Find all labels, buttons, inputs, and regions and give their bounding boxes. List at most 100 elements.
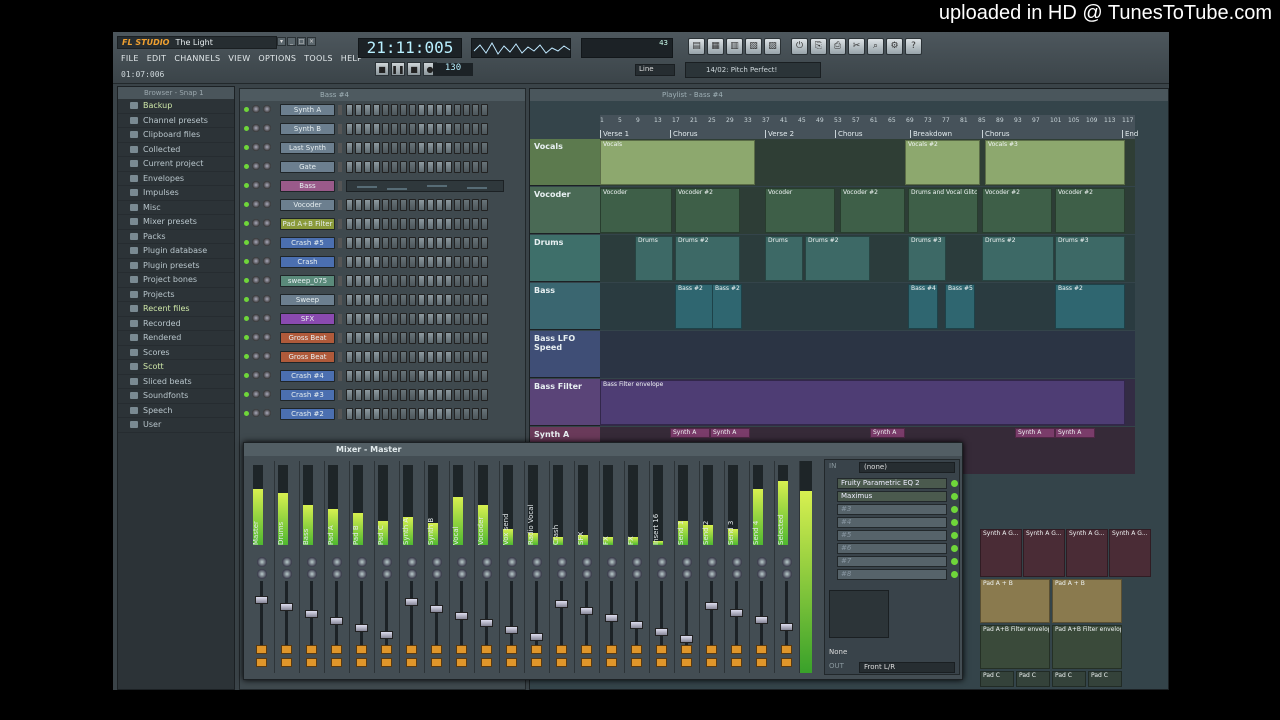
strip-fader[interactable] <box>380 631 393 639</box>
step-pad[interactable] <box>454 218 461 230</box>
playlist-clip[interactable]: Vocoder #2 <box>840 188 905 233</box>
pan-knob[interactable] <box>252 295 260 303</box>
strip-fader[interactable] <box>280 603 293 611</box>
step-pad[interactable] <box>481 142 488 154</box>
step-pad[interactable] <box>346 408 353 420</box>
strip-knob[interactable] <box>557 557 567 567</box>
step-pad[interactable] <box>400 408 407 420</box>
step-pad[interactable] <box>463 123 470 135</box>
strip-knob[interactable] <box>532 569 542 579</box>
strip-knob[interactable] <box>532 557 542 567</box>
step-pad[interactable] <box>355 275 362 287</box>
timeline-ruler[interactable]: Verse 1 Chorus Verse 2 Chorus Breakdown Choru… <box>600 115 1138 139</box>
timeline-marker[interactable]: End <box>1122 130 1138 138</box>
timeline-marker[interactable]: Chorus <box>835 130 863 138</box>
step-pad[interactable] <box>400 218 407 230</box>
browser-icon[interactable]: ▧ <box>745 38 762 55</box>
step-pad[interactable] <box>463 256 470 268</box>
strip-route-button[interactable] <box>656 645 667 654</box>
step-pad[interactable] <box>418 408 425 420</box>
step-pad[interactable] <box>373 256 380 268</box>
step-pad[interactable] <box>463 275 470 287</box>
strip-fader[interactable] <box>705 602 718 610</box>
strip-route-button[interactable] <box>756 645 767 654</box>
step-pad[interactable] <box>454 142 461 154</box>
browser-item[interactable]: Impulses <box>118 186 234 201</box>
playlist-clip[interactable]: Synth A <box>670 428 710 438</box>
step-pad[interactable] <box>391 275 398 287</box>
step-pad[interactable] <box>409 199 416 211</box>
playlist-clip[interactable]: Bass #2 <box>1055 284 1125 329</box>
strip-fx-button[interactable] <box>531 658 542 667</box>
mixer-strip[interactable]: Synth B <box>425 461 450 673</box>
mixer-strip[interactable]: Vocal <box>450 461 475 673</box>
step-pad[interactable] <box>436 123 443 135</box>
playlist-clip[interactable]: Synth A <box>870 428 905 438</box>
strip-fx-button[interactable] <box>331 658 342 667</box>
volume-knob[interactable] <box>263 295 271 303</box>
mixer-strip[interactable]: Selected <box>775 461 800 673</box>
volume-knob[interactable] <box>263 219 271 227</box>
browser-item[interactable]: Envelopes <box>118 172 234 186</box>
step-pad[interactable] <box>472 332 479 344</box>
strip-route-button[interactable] <box>456 645 467 654</box>
step-pad[interactable] <box>472 275 479 287</box>
strip-fx-button[interactable] <box>481 658 492 667</box>
step-pad[interactable] <box>472 237 479 249</box>
step-pad[interactable] <box>355 351 362 363</box>
step-pad[interactable] <box>481 104 488 116</box>
strip-route-button[interactable] <box>481 645 492 654</box>
strip-knob[interactable] <box>757 557 767 567</box>
timeline-marker[interactable]: Chorus <box>982 130 1010 138</box>
step-pad[interactable] <box>382 313 389 325</box>
channel-button[interactable]: Gross Beat <box>280 351 335 363</box>
strip-fx-button[interactable] <box>631 658 642 667</box>
playlist-clip[interactable]: Vocals <box>600 140 755 185</box>
channel-button[interactable]: Synth B <box>280 123 335 135</box>
playlist-clip[interactable]: Synth A <box>710 428 750 438</box>
strip-route-button[interactable] <box>556 645 567 654</box>
playlist-clip[interactable]: Drums <box>635 236 673 281</box>
step-pad[interactable] <box>436 408 443 420</box>
step-pad[interactable] <box>445 351 452 363</box>
timeline-marker[interactable]: Breakdown <box>910 130 952 138</box>
step-pad[interactable] <box>418 294 425 306</box>
strip-knob[interactable] <box>582 569 592 579</box>
step-pad[interactable] <box>373 218 380 230</box>
track-header[interactable]: Bass <box>530 283 600 330</box>
step-pad[interactable] <box>373 351 380 363</box>
pan-knob[interactable] <box>252 257 260 265</box>
timeline-marker[interactable]: Verse 1 <box>600 130 629 138</box>
playlist-clip[interactable]: Vocoder #2 <box>1055 188 1125 233</box>
pan-knob[interactable] <box>252 181 260 189</box>
cut-icon[interactable]: ✂ <box>848 38 865 55</box>
step-pad[interactable] <box>391 123 398 135</box>
playlist-clip[interactable]: Drums #2 <box>805 236 870 281</box>
playlist-clip[interactable]: Synth A G... <box>1023 529 1065 577</box>
fx-slot-led[interactable] <box>951 506 958 513</box>
step-pad[interactable] <box>346 256 353 268</box>
mixer-strip[interactable]: Drums <box>275 461 300 673</box>
channel-button[interactable]: Synth A <box>280 104 335 116</box>
menu-edit[interactable]: EDIT <box>147 54 167 63</box>
step-pad[interactable] <box>472 256 479 268</box>
channel-button[interactable]: Vocoder <box>280 199 335 211</box>
step-pad[interactable] <box>427 332 434 344</box>
browser-item[interactable]: Scores <box>118 346 234 360</box>
fx-slot-led[interactable] <box>951 532 958 539</box>
browser-item[interactable]: Current project <box>118 157 234 172</box>
step-pad[interactable] <box>445 313 452 325</box>
playlist-clip[interactable]: Vocoder <box>600 188 672 233</box>
strip-fader[interactable] <box>305 610 318 618</box>
step-pad[interactable] <box>463 294 470 306</box>
step-pad[interactable] <box>409 370 416 382</box>
strip-fx-button[interactable] <box>656 658 667 667</box>
volume-knob[interactable] <box>263 333 271 341</box>
step-pad[interactable] <box>373 275 380 287</box>
channel-select-led[interactable] <box>338 143 342 153</box>
step-pad[interactable] <box>382 408 389 420</box>
step-pad[interactable] <box>382 389 389 401</box>
step-pad[interactable] <box>382 294 389 306</box>
channel-select-led[interactable] <box>338 219 342 229</box>
step-pad[interactable] <box>436 218 443 230</box>
